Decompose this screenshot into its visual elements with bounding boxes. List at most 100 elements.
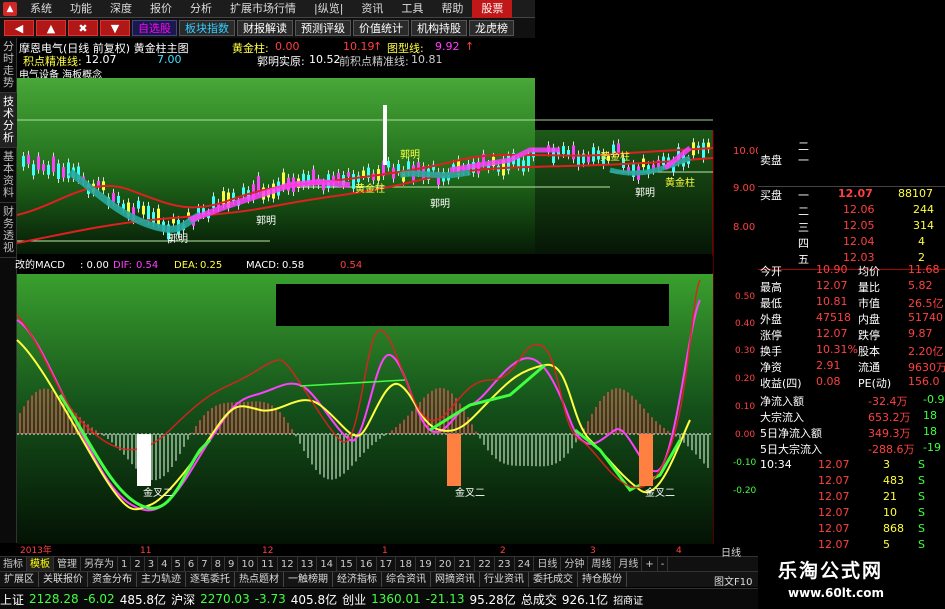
menu-analysis[interactable]: 分析 (181, 0, 221, 18)
indicator-tab[interactable]: 5 (172, 556, 185, 572)
menu-system[interactable]: 系统 (21, 0, 61, 18)
report-button[interactable]: 财报解读 (237, 20, 293, 36)
indicator-tab[interactable]: 3 (145, 556, 159, 572)
price-pane-ext[interactable] (535, 130, 713, 254)
function-tab[interactable]: 委托成交 (529, 572, 578, 587)
dea-line (16, 339, 691, 511)
function-tab[interactable]: 关联报价 (39, 572, 88, 587)
indicator-tab[interactable]: 8 (212, 556, 225, 572)
function-tab[interactable]: 综合资讯 (382, 572, 431, 587)
menu-stock-hot[interactable]: 股票 (472, 0, 513, 18)
rating-button[interactable]: 预测评级 (295, 20, 351, 36)
indicator-tab[interactable]: 6 (185, 556, 199, 572)
indicator-tab[interactable]: 11 (258, 556, 278, 572)
indicator-tab[interactable]: 1 (118, 556, 132, 572)
time-tick: 11 (140, 546, 151, 556)
indicator-tab[interactable]: 指标 (0, 556, 27, 572)
function-tab[interactable]: 一触榜期 (284, 572, 333, 587)
indicator-tab[interactable]: 21 (455, 556, 476, 572)
indicator-tab[interactable]: 模板 (27, 556, 54, 572)
indicator-tab[interactable]: 24 (515, 556, 535, 572)
function-tab[interactable]: 资金分布 (88, 572, 137, 587)
indicator-tab[interactable]: 另存为 (81, 556, 118, 572)
candle-body (22, 156, 25, 167)
menu-news[interactable]: 资讯 (352, 0, 392, 18)
watchlist-button[interactable]: 自选股 (132, 20, 177, 36)
indicator-tab[interactable]: 20 (436, 556, 456, 572)
gold-pillar-label-2: 黄金柱 (600, 150, 630, 163)
indicator-tab[interactable]: 10 (238, 556, 259, 572)
candle-body (62, 167, 65, 178)
back-button[interactable]: ◀ (4, 20, 34, 36)
zoom-in-button[interactable]: + (642, 556, 658, 572)
pattern-arrow-icon: ↑ (465, 40, 475, 53)
indicator-tab[interactable]: 12 (278, 556, 298, 572)
time-tick: 3 (590, 546, 596, 556)
indicator-tab[interactable]: 7 (198, 556, 212, 572)
indicator-tab[interactable]: 月线 (615, 556, 643, 572)
function-tab[interactable]: 行业资讯 (480, 572, 529, 587)
candle-body (322, 182, 325, 191)
candle-body (607, 155, 610, 161)
macd-pane[interactable] (17, 274, 713, 544)
indicator-tab[interactable]: 2 (131, 556, 145, 572)
indicator-tab[interactable]: 13 (298, 556, 318, 572)
indicator-tab[interactable]: 16 (357, 556, 377, 572)
tab-basic[interactable]: 基本资料 (0, 148, 17, 203)
up-button[interactable]: ▲ (36, 20, 66, 36)
candle-body (237, 200, 240, 206)
indicator-tab[interactable]: 18 (396, 556, 416, 572)
indicator-tab[interactable]: 周线 (588, 556, 616, 572)
tick-volume: 3 (883, 458, 890, 471)
menu-quote[interactable]: 报价 (141, 0, 181, 18)
indicator-tab[interactable]: 15 (337, 556, 357, 572)
indicator-tab[interactable]: 17 (377, 556, 397, 572)
indicator-tab[interactable]: 管理 (54, 556, 81, 572)
function-tab[interactable]: 持仓股份 (578, 572, 627, 587)
indicator-tab[interactable]: 14 (317, 556, 338, 572)
sector-index-button[interactable]: 板块指数 (179, 20, 235, 36)
price-pane[interactable] (17, 78, 535, 254)
stat-label: 今开 (760, 265, 782, 278)
value-stats-button[interactable]: 价值统计 (353, 20, 409, 36)
close-button[interactable]: ✖ (68, 20, 98, 36)
prev-value: 10.81 (411, 53, 443, 66)
menu-depth[interactable]: 深度 (101, 0, 141, 18)
indicator-tab[interactable]: 4 (158, 556, 172, 572)
total-label: 总成交 (520, 592, 557, 607)
tick-volume: 483 (883, 474, 904, 487)
indicator-tab[interactable]: 22 (475, 556, 495, 572)
menu-ext-market[interactable]: 扩展市场行情 (221, 0, 305, 18)
tab-finance[interactable]: 财务透视 (0, 203, 17, 258)
function-tab[interactable]: 经济指标 (333, 572, 382, 587)
tab-technical[interactable]: 技术分析 (0, 93, 17, 148)
menu-overview[interactable]: |纵览| (305, 0, 352, 18)
tick-direction: S (918, 474, 925, 487)
menu-tools[interactable]: 工具 (392, 0, 432, 18)
menu-help[interactable]: 帮助 (432, 0, 472, 18)
candle-body (122, 203, 125, 210)
f10-button[interactable]: 图文F10 (714, 573, 752, 588)
candle-body (342, 175, 345, 186)
zoom-out-button[interactable]: - (658, 556, 669, 572)
quote-row: 12.07 868 S (758, 522, 945, 538)
function-tab[interactable]: 主力轨迹 (137, 572, 186, 587)
function-tab[interactable]: 逐笔委托 (186, 572, 235, 587)
broker-button[interactable]: 招商证 (613, 592, 643, 607)
indicator-tab[interactable]: 分钟 (561, 556, 589, 572)
indicator-tab[interactable]: 23 (495, 556, 515, 572)
function-tab[interactable]: 热点题材 (235, 572, 284, 587)
dragon-tiger-button[interactable]: 龙虎榜 (469, 20, 514, 36)
down-button[interactable]: ▼ (100, 20, 130, 36)
candle-body (647, 165, 650, 175)
function-tab[interactable]: 扩展区 (0, 572, 39, 587)
tab-intraday[interactable]: 分时走势 (0, 38, 17, 93)
indicator-tab[interactable]: 19 (416, 556, 436, 572)
teal-ribbon (67, 169, 202, 233)
macd-label: MACD: (246, 260, 279, 271)
menu-function[interactable]: 功能 (61, 0, 101, 18)
function-tab[interactable]: 网摘资讯 (431, 572, 480, 587)
indicator-tab[interactable]: 9 (225, 556, 239, 572)
institution-button[interactable]: 机构持股 (411, 20, 467, 36)
indicator-tab[interactable]: 日线 (534, 556, 562, 572)
